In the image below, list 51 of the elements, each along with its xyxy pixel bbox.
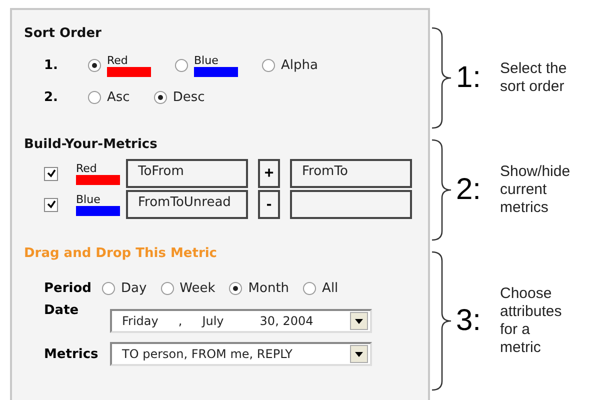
radio-button[interactable] <box>229 282 242 295</box>
metric-color-label: Red <box>76 162 98 176</box>
option-label: Month <box>248 280 290 296</box>
radio-button[interactable] <box>154 90 167 104</box>
brace-icon <box>430 251 452 391</box>
metric-box[interactable]: FromToUnread <box>126 190 248 220</box>
option-label: Blue <box>194 54 220 66</box>
section-title: Sort Order <box>24 26 102 41</box>
option-label: Desc <box>172 90 205 104</box>
option-label: Asc <box>107 90 130 104</box>
radio-button[interactable] <box>88 58 101 72</box>
radio-button[interactable] <box>102 282 115 295</box>
operand-box[interactable]: FromTo <box>290 159 412 188</box>
section-title: Build-Your-Metrics <box>24 137 158 152</box>
field-label: Date <box>44 303 80 318</box>
checkbox[interactable] <box>44 198 58 212</box>
radio-button[interactable] <box>262 58 275 72</box>
radio-button[interactable] <box>160 282 174 295</box>
metric-color-label: Blue <box>76 193 102 206</box>
radio-button[interactable] <box>88 90 101 104</box>
metric-box[interactable]: ToFrom <box>126 159 248 188</box>
option-label: Week <box>180 280 216 296</box>
step-number: 2: <box>456 173 482 207</box>
row-number: 2. <box>44 90 59 104</box>
option-label: All <box>322 280 338 296</box>
caret-icon <box>355 352 363 357</box>
brace-icon <box>430 27 452 129</box>
metrics-dropdown[interactable]: TO person, FROM me, REPLY <box>110 342 372 366</box>
option-label: Red <box>107 54 129 66</box>
field-label: Metrics <box>44 346 100 362</box>
dropdown-button[interactable] <box>350 312 368 330</box>
option-label: Day <box>121 280 147 296</box>
dropdown-button[interactable] <box>350 345 368 364</box>
brace-icon <box>430 139 452 241</box>
radio-button[interactable] <box>175 58 188 72</box>
step-description: Select the sort order <box>500 60 567 96</box>
step-description: Show/hide current metrics <box>500 163 570 217</box>
date-picker[interactable]: Friday , July 30, 2004 <box>110 309 372 334</box>
operator-button[interactable]: + <box>258 159 280 188</box>
operand-box[interactable] <box>290 190 412 220</box>
operator-button[interactable]: - <box>258 190 280 220</box>
option-label: Alpha <box>281 58 318 72</box>
step-description: Choose attributes for a metric <box>500 285 562 357</box>
caret-icon <box>355 318 363 324</box>
section-title: Drag and Drop This Metric <box>24 246 218 262</box>
row-number: 1. <box>44 58 59 72</box>
step-number: 3: <box>456 304 482 338</box>
field-label: Period <box>44 280 92 296</box>
checkbox[interactable] <box>44 166 58 181</box>
radio-button[interactable] <box>303 282 316 295</box>
step-number: 1: <box>456 61 482 95</box>
